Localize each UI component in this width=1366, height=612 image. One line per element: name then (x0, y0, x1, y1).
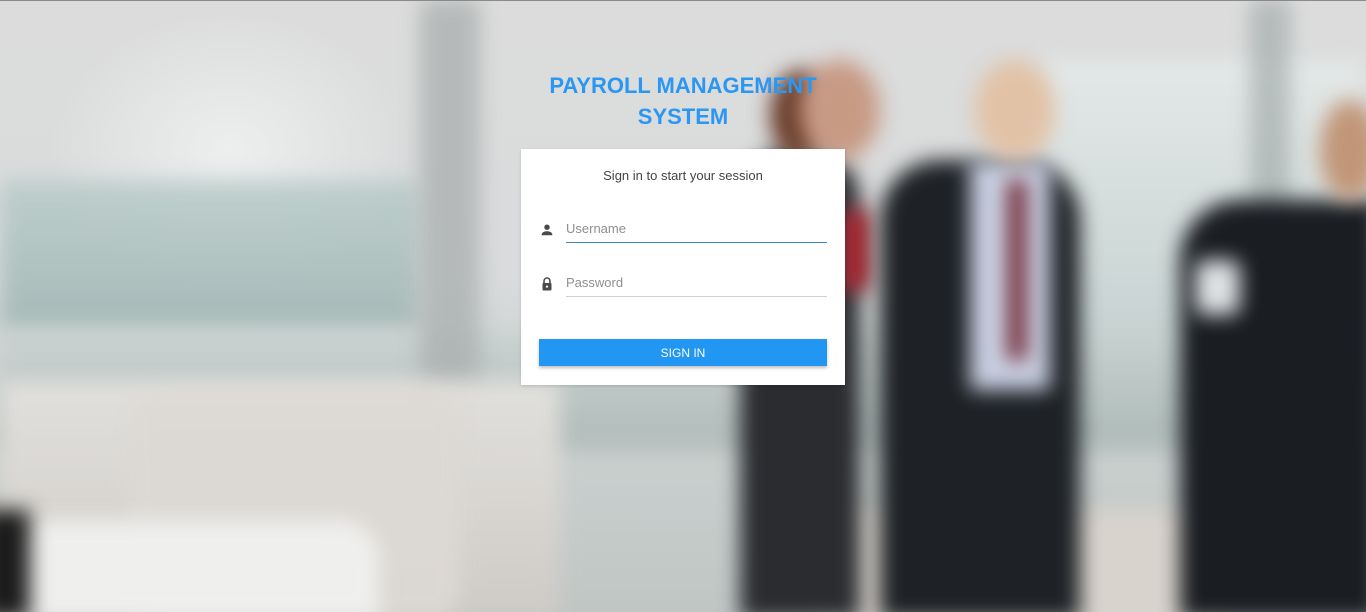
login-card: Sign in to start your session SIGN IN (521, 149, 845, 385)
page-title: PAYROLL MANAGEMENT SYSTEM (483, 70, 883, 132)
top-border (0, 0, 1366, 1)
bg-shadow (0, 510, 30, 612)
login-subtitle: Sign in to start your session (603, 168, 763, 183)
bg-person (975, 60, 1055, 160)
bg-table (0, 520, 380, 612)
page-title-line: SYSTEM (637, 104, 729, 129)
bg-person (1195, 260, 1240, 315)
password-field (539, 268, 827, 298)
signin-button[interactable]: SIGN IN (539, 339, 827, 366)
login-page: PAYROLL MANAGEMENT SYSTEM Sign in to sta… (0, 0, 1366, 612)
username-field (539, 214, 827, 244)
bg-window-left (0, 180, 420, 330)
person-icon (539, 222, 555, 238)
bg-person (1008, 180, 1026, 360)
username-input[interactable] (566, 214, 827, 243)
lock-icon (539, 276, 555, 292)
page-title-line: PAYROLL MANAGEMENT (549, 73, 817, 98)
password-input[interactable] (566, 268, 827, 297)
